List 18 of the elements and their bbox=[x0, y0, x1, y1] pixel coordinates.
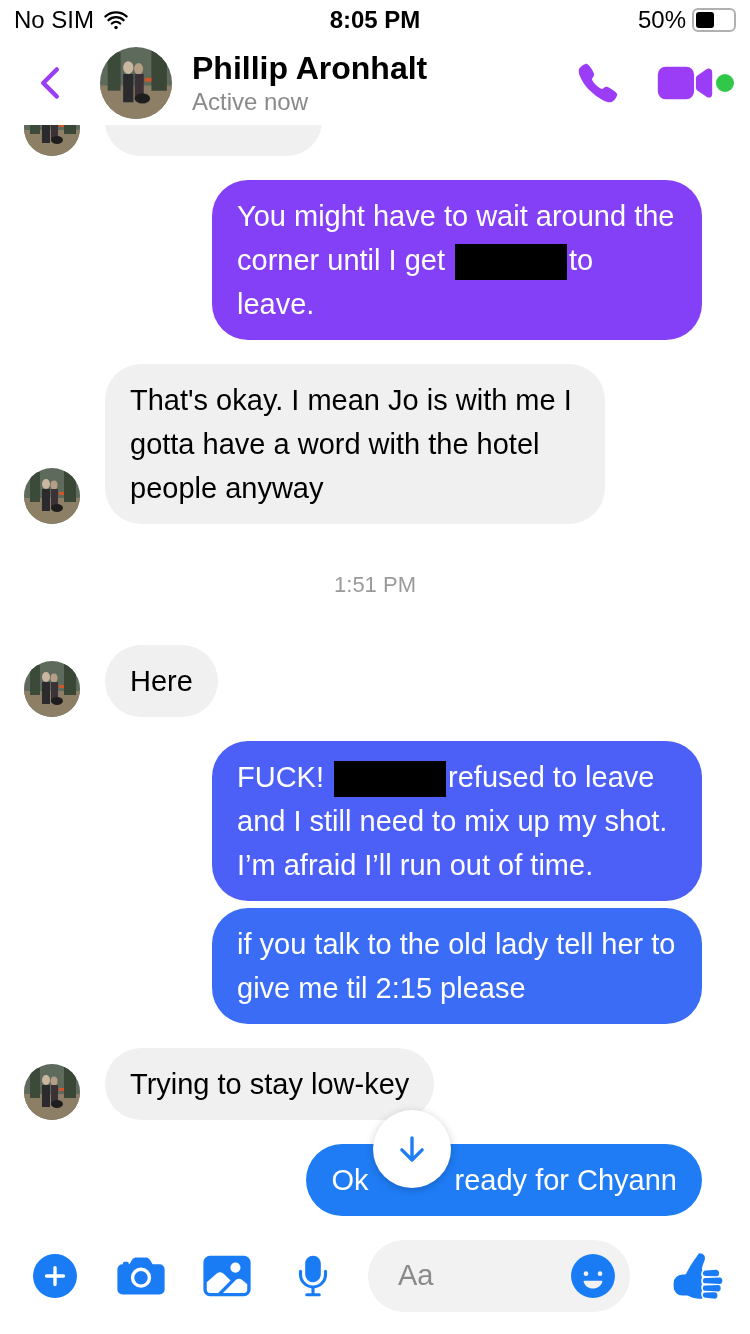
message-bubble: FUCK! refused to leave and I still need to mix up my shot. I’m afraid I’ll run out of time. bbox=[212, 741, 702, 901]
battery-icon bbox=[692, 8, 736, 32]
message-bubble: Here bbox=[105, 645, 218, 717]
message-bubble: That's okay. I mean Jo is with me I gotta have a word with the hotel people anyway bbox=[105, 364, 605, 524]
scroll-down-button[interactable] bbox=[372, 1110, 451, 1188]
message-bubble: You might have to wait around the corner until I get to leave. bbox=[212, 180, 702, 340]
emoji-icon bbox=[568, 1251, 618, 1301]
message-bubble: if you talk to the old lady tell her to give me til 2:15 please bbox=[212, 908, 702, 1024]
message-input[interactable]: Aa bbox=[398, 1254, 568, 1298]
battery-percentage: 50% bbox=[637, 5, 686, 35]
thumbs-up-icon bbox=[672, 1250, 724, 1302]
carrier-label: No SIM bbox=[14, 5, 94, 35]
clock: 8:05 PM bbox=[329, 5, 421, 35]
message-bubble: Trying to stay low-key bbox=[105, 1048, 435, 1120]
message-field[interactable]: Aa bbox=[368, 1240, 630, 1312]
active-status: Active now bbox=[192, 86, 310, 117]
contact-name: Phillip Aronhalt bbox=[192, 48, 428, 87]
timestamp: 1:51 PM bbox=[333, 571, 417, 599]
